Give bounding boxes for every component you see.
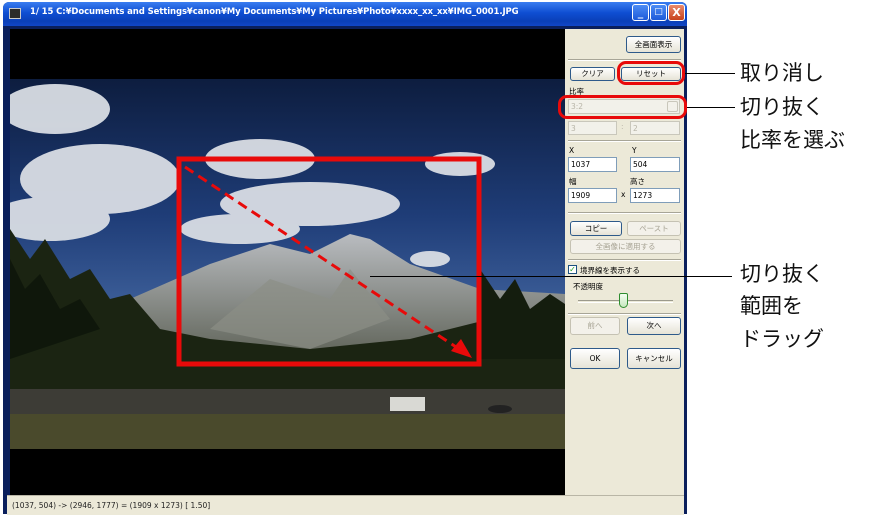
ratio-leader-line: [687, 107, 735, 108]
ok-button[interactable]: OK: [570, 348, 620, 369]
drag-callout-line2: 範囲を: [740, 294, 803, 318]
ratio-width-field[interactable]: 3: [568, 121, 617, 135]
separator: [568, 212, 681, 214]
minimize-button[interactable]: _: [632, 4, 649, 21]
clear-button[interactable]: クリア: [570, 67, 615, 81]
x-label: X: [569, 146, 575, 155]
ratio-height-field[interactable]: 2: [630, 121, 680, 135]
select-ratio-callout-line2: 比率を選ぶ: [740, 128, 845, 152]
opacity-label: 不透明度: [573, 282, 603, 291]
apply-all-button[interactable]: 全画像に適用する: [570, 239, 681, 254]
select-ratio-callout-line1: 切り抜く: [740, 95, 824, 119]
drag-leader-line: [370, 276, 732, 277]
y-label: Y: [632, 146, 637, 155]
landscape-photo: [10, 29, 565, 495]
app-icon: [9, 8, 21, 19]
cancel-button[interactable]: キャンセル: [627, 348, 681, 369]
maximize-button[interactable]: □: [650, 4, 667, 21]
fullscreen-button[interactable]: 全画面表示: [626, 36, 681, 53]
drag-callout-line1: 切り抜く: [740, 262, 824, 286]
width-field[interactable]: 1909: [568, 188, 617, 203]
separator: [568, 313, 681, 315]
height-field[interactable]: 1273: [630, 188, 680, 203]
status-coordinates: (1037, 504) -> (2946, 1777) = (1909 x 12…: [12, 501, 211, 510]
ratio-highlight: [558, 95, 687, 119]
separator: [568, 140, 681, 142]
opacity-slider-thumb[interactable]: [619, 293, 628, 308]
reset-highlight: [617, 61, 685, 85]
times-sign: x: [621, 190, 626, 199]
window-title: 1/ 15 C:¥Documents and Settings¥canon¥My…: [30, 7, 519, 17]
copy-button[interactable]: コピー: [570, 221, 622, 236]
next-button[interactable]: 次へ: [627, 317, 681, 335]
undo-callout: 取り消し: [740, 61, 824, 85]
x-field[interactable]: 1037: [568, 157, 617, 172]
width-label: 幅: [569, 177, 577, 186]
paste-button[interactable]: ペースト: [627, 221, 681, 236]
prev-button[interactable]: 前へ: [570, 317, 620, 335]
undo-leader-line: [685, 73, 735, 74]
show-border-label: 境界線を表示する: [580, 266, 640, 275]
rv-vehicle: [390, 397, 425, 411]
image-preview[interactable]: [10, 29, 565, 495]
ratio-separator: :: [621, 122, 624, 131]
show-border-checkbox[interactable]: ✓: [568, 265, 577, 274]
height-label: 高さ: [630, 177, 645, 186]
drag-callout-line3: ドラッグ: [740, 327, 824, 351]
y-field[interactable]: 504: [630, 157, 680, 172]
close-button[interactable]: X: [668, 4, 685, 21]
separator: [568, 259, 681, 261]
